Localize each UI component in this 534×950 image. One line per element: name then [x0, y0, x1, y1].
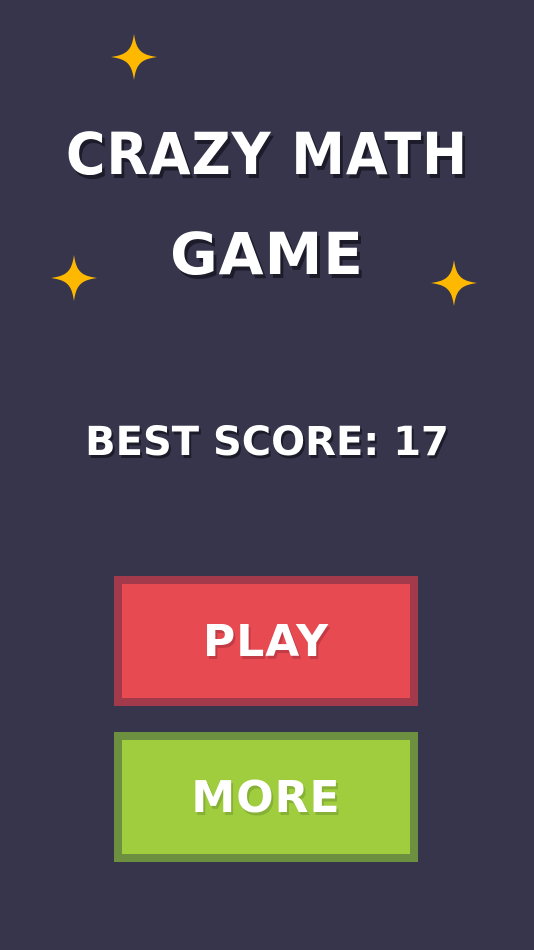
sparkle-icon — [111, 34, 157, 80]
game-title-line-1: CRAZY MATH — [65, 120, 469, 188]
more-button-label: MORE — [191, 771, 341, 823]
play-button[interactable]: PLAY — [114, 576, 418, 706]
more-button[interactable]: MORE — [114, 732, 418, 862]
best-score-label: BEST SCORE: 17 — [85, 419, 449, 465]
play-button-label: PLAY — [203, 615, 329, 667]
main-menu-screen: CRAZY MATH GAME BEST SCORE: 17 PLAY MORE — [0, 0, 534, 950]
game-title-line-2: GAME — [170, 220, 364, 288]
